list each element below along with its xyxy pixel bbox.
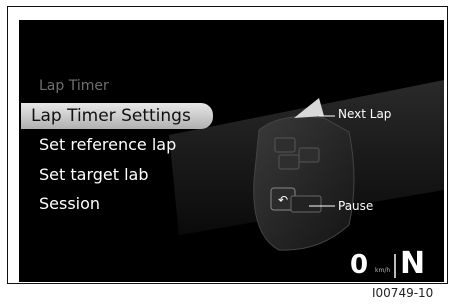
menu-item-lap-timer-settings[interactable]: ◊ Lap Timer Settings [21, 103, 213, 129]
next-lap-label: Next Lap [338, 107, 392, 121]
switch-button-1 [274, 137, 296, 153]
switch-housing [253, 116, 355, 251]
menu-title: Lap Timer [39, 78, 109, 94]
gear-indicator: N [400, 246, 426, 281]
pause-button [290, 195, 322, 213]
menu-item-label: Lap Timer Settings [31, 106, 191, 126]
switch-button-2 [278, 154, 300, 170]
pause-label: Pause [338, 199, 374, 213]
speed-unit: km/h [375, 267, 391, 274]
speed-readout: 0 [350, 250, 369, 280]
menu-item-set-target-lab[interactable]: Set target lab [39, 165, 149, 184]
dashboard-screen: ↶ Lap Timer ◊ Lap Timer Settings Set ref… [19, 20, 444, 282]
menu-item-set-reference-lap[interactable]: Set reference lap [39, 135, 176, 154]
selection-marker-icon: ◊ [19, 103, 21, 129]
switch-button-3 [298, 147, 320, 163]
menu-item-session[interactable]: Session [39, 194, 100, 213]
next-lap-trigger [294, 98, 324, 118]
gear-separator [394, 254, 396, 278]
figure-reference-code: I00749-10 [372, 286, 434, 300]
back-arrow-icon: ↶ [278, 193, 288, 207]
